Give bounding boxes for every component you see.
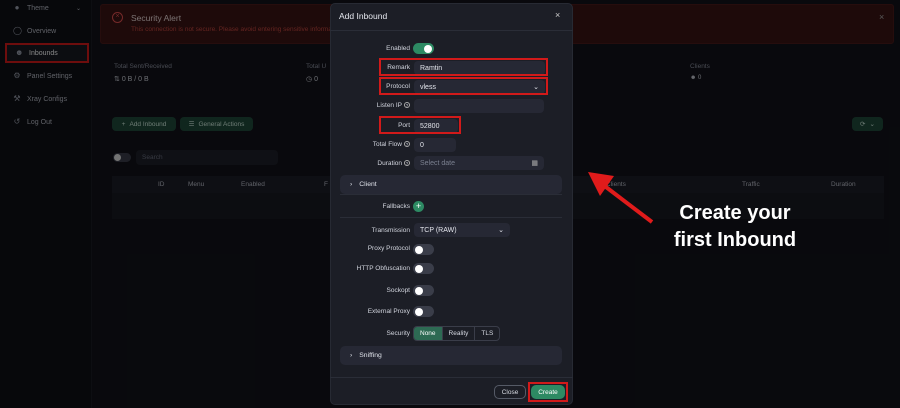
total-flow-label: Total Flow? — [372, 141, 410, 148]
close-icon[interactable]: × — [555, 10, 560, 20]
annotation-arrow — [588, 172, 654, 224]
sockopt-toggle[interactable] — [413, 285, 434, 296]
divider — [340, 217, 562, 218]
add-fallback-button[interactable]: + — [413, 201, 424, 212]
security-segmented[interactable]: None Reality TLS — [413, 326, 501, 341]
modal-header-divider — [330, 30, 573, 31]
transmission-label: Transmission — [371, 227, 410, 234]
security-option-none[interactable]: None — [414, 327, 443, 340]
close-button[interactable]: Close — [494, 385, 526, 399]
proxy-protocol-toggle[interactable] — [413, 244, 434, 255]
transmission-select[interactable]: TCP (RAW) ⌄ — [414, 223, 510, 237]
proxy-protocol-label: Proxy Protocol — [367, 245, 410, 252]
listen-ip-label: Listen IP? — [376, 102, 410, 109]
listen-ip-input[interactable] — [414, 99, 544, 113]
client-panel[interactable]: › Client — [340, 175, 562, 194]
http-obfuscation-toggle[interactable] — [413, 263, 434, 274]
highlight-box — [379, 77, 548, 95]
help-icon: ? — [404, 102, 410, 109]
highlight-box — [379, 58, 548, 76]
chevron-right-icon: › — [350, 352, 353, 359]
help-icon: ? — [404, 141, 410, 148]
security-option-reality[interactable]: Reality — [443, 327, 476, 340]
sockopt-label: Sockopt — [386, 287, 411, 294]
security-option-tls[interactable]: TLS — [475, 327, 499, 340]
external-proxy-toggle[interactable] — [413, 306, 434, 317]
duration-label: Duration? — [377, 160, 410, 167]
modal-title: Add Inbound — [339, 11, 388, 21]
enabled-toggle[interactable] — [413, 43, 434, 54]
help-icon: ? — [404, 160, 410, 167]
annotation-text: Create your first Inbound — [673, 202, 797, 251]
security-label: Security — [386, 330, 410, 337]
highlight-box — [379, 116, 461, 134]
sniffing-panel[interactable]: › Sniffing — [340, 346, 562, 365]
enabled-label: Enabled — [386, 45, 410, 52]
modal-footer-divider — [330, 377, 573, 378]
highlight-box — [528, 382, 568, 402]
duration-input[interactable]: Select date ▦ — [414, 156, 544, 170]
external-proxy-label: External Proxy — [367, 308, 410, 315]
chevron-right-icon: › — [350, 181, 353, 188]
fallbacks-label: Fallbacks — [382, 203, 410, 210]
divider — [340, 194, 562, 195]
http-obfuscation-label: HTTP Obfuscation — [356, 265, 410, 272]
calendar-icon: ▦ — [531, 160, 538, 167]
chevron-down-icon: ⌄ — [498, 227, 504, 234]
total-flow-input[interactable]: 0 — [414, 138, 456, 152]
